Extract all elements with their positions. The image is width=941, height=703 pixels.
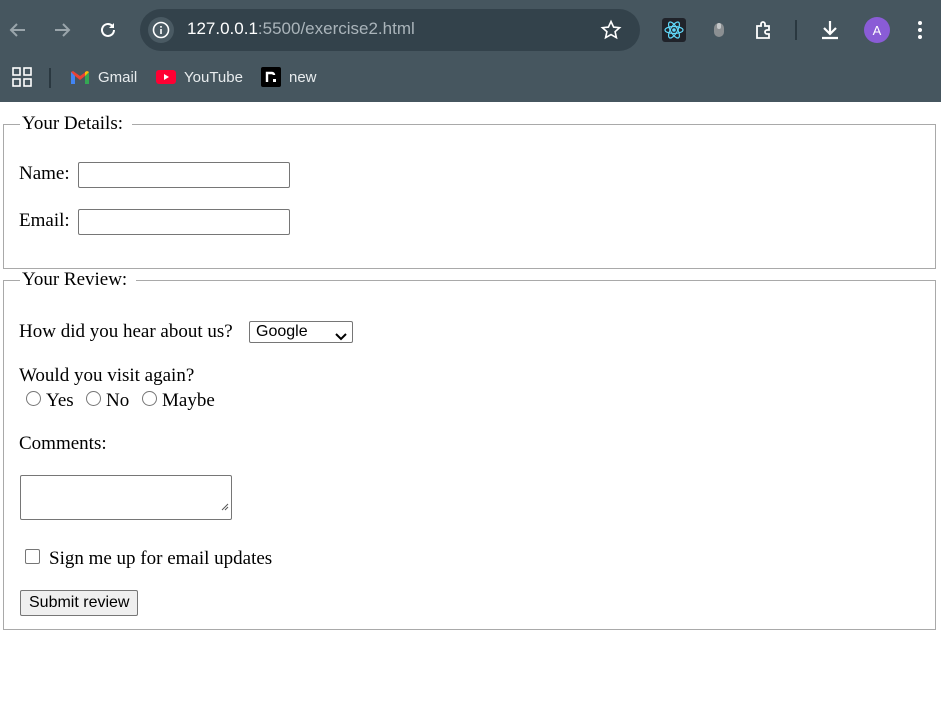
bookmark-new[interactable]: new — [261, 66, 317, 88]
submit-review-button[interactable]: Submit review — [20, 590, 139, 616]
forward-button[interactable] — [46, 14, 78, 46]
visit-label: Would you visit again? — [19, 365, 195, 386]
react-devtools-icon[interactable] — [660, 16, 688, 44]
comments-textarea[interactable] — [20, 475, 232, 520]
gmail-icon — [70, 69, 90, 85]
forward-arrow-icon — [55, 23, 71, 37]
chevron-down-icon — [335, 328, 347, 346]
bookmark-youtube[interactable]: YouTube — [156, 66, 243, 88]
bookmark-new-label: new — [289, 68, 317, 86]
email-label: Email: — [19, 210, 70, 231]
menu-kebab-icon[interactable] — [906, 16, 934, 44]
youtube-icon — [156, 70, 176, 84]
comments-label: Comments: — [19, 433, 107, 454]
url-path: :5500/exercise2.html — [257, 19, 415, 38]
address-bar[interactable]: 127.0.0.1:5500/exercise2.html — [140, 9, 640, 51]
site-info-icon[interactable] — [148, 17, 174, 43]
reload-button[interactable] — [92, 14, 124, 46]
bookmark-gmail[interactable]: Gmail — [70, 66, 137, 88]
visit-option-yes-label: Yes — [46, 390, 74, 411]
name-label: Name: — [19, 163, 70, 184]
resize-grip-icon[interactable] — [220, 495, 229, 517]
hear-selected-value: Google — [256, 323, 308, 340]
back-button[interactable] — [2, 14, 34, 46]
apps-grid-icon[interactable] — [12, 66, 32, 88]
email-input[interactable] — [78, 209, 290, 235]
signup-label: Sign me up for email updates — [49, 548, 273, 569]
fieldset-border — [132, 124, 935, 125]
hear-label: How did you hear about us? — [19, 321, 233, 342]
bookmark-star-icon[interactable] — [600, 19, 622, 46]
back-arrow-icon — [9, 23, 25, 37]
r-icon — [261, 67, 281, 87]
review-legend: Your Review: — [21, 269, 129, 291]
page-content: Your Details: Name: Email: Your Review: … — [0, 102, 941, 703]
visit-radio-maybe[interactable] — [142, 391, 157, 406]
visit-option-no-label: No — [106, 390, 130, 411]
browser-toolbar: 127.0.0.1:5500/exercise2.html A — [0, 0, 941, 60]
browser-chrome: 127.0.0.1:5500/exercise2.html A Gmail Yo… — [0, 0, 941, 102]
downloads-icon[interactable] — [816, 16, 844, 44]
url-host: 127.0.0.1 — [187, 19, 258, 38]
hear-select[interactable]: Google — [249, 321, 353, 343]
fieldset-border — [4, 280, 20, 281]
bookmark-gmail-label: Gmail — [98, 68, 138, 86]
name-input[interactable] — [78, 162, 290, 188]
signup-checkbox[interactable] — [25, 549, 40, 564]
bookmark-youtube-label: YouTube — [184, 68, 243, 86]
profile-avatar[interactable]: A — [864, 17, 890, 43]
extension-icon[interactable] — [705, 16, 733, 44]
url-text[interactable]: 127.0.0.1:5500/exercise2.html — [187, 19, 415, 39]
visit-radio-no[interactable] — [86, 391, 101, 406]
bookmarks-separator — [49, 68, 51, 88]
details-fieldset: Your Details: — [3, 113, 936, 269]
extensions-puzzle-icon[interactable] — [750, 16, 778, 44]
visit-radio-yes[interactable] — [26, 391, 41, 406]
fieldset-border — [136, 280, 935, 281]
visit-option-maybe-label: Maybe — [162, 390, 215, 411]
reload-icon — [101, 22, 115, 37]
bookmarks-bar: Gmail YouTube new — [0, 60, 941, 96]
fieldset-border — [4, 124, 20, 125]
toolbar-separator — [795, 20, 797, 40]
details-legend: Your Details: — [21, 113, 124, 135]
